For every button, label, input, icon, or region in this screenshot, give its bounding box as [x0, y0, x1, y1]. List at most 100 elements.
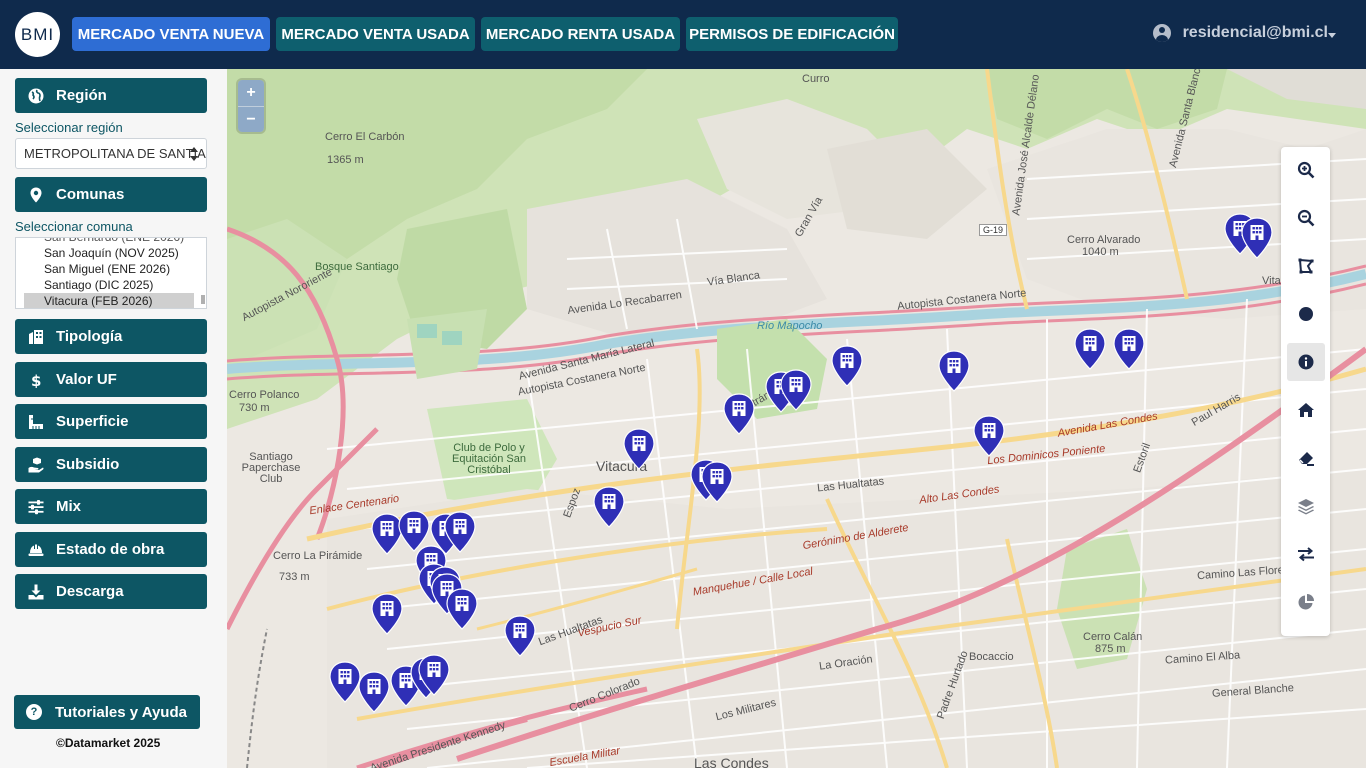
sliders-icon	[27, 498, 45, 516]
tool-circle[interactable]	[1287, 295, 1325, 333]
building-marker-icon[interactable]	[723, 393, 755, 435]
bmi-logo[interactable]: BMI	[15, 12, 60, 57]
tutoriales-ayuda-button[interactable]: ? Tutoriales y Ayuda	[14, 695, 200, 729]
building-marker-icon[interactable]	[504, 615, 536, 657]
tipologia-button[interactable]: Tipología	[15, 319, 207, 354]
region-button-label: Región	[56, 87, 107, 104]
region-label: Seleccionar región	[15, 120, 123, 135]
sidebar: Región Seleccionar región METROPOLITANA …	[0, 69, 227, 768]
building-marker-icon[interactable]	[371, 593, 403, 635]
comuna-option-selected[interactable]: Vitacura (FEB 2026)	[24, 293, 194, 308]
map-tiles	[227, 69, 1366, 768]
region-select-value: METROPOLITANA DE SANTIAGO	[24, 146, 207, 161]
estado-obra-button[interactable]: Estado de obra	[15, 532, 207, 567]
comuna-option[interactable]: San Miguel (ENE 2026)	[16, 261, 206, 277]
polygon-icon	[1298, 258, 1314, 274]
hard-hat-icon	[27, 541, 45, 559]
building-marker-icon[interactable]	[444, 511, 476, 553]
comunas-button[interactable]: Comunas	[15, 177, 207, 212]
eraser-icon	[1299, 452, 1314, 466]
caret-down-icon[interactable]	[1328, 33, 1336, 38]
building-marker-icon[interactable]	[701, 461, 733, 503]
building-marker-icon[interactable]	[329, 661, 361, 703]
zoom-out-icon	[1297, 209, 1315, 227]
valor-uf-button-label: Valor UF	[56, 371, 117, 388]
layers-icon	[1298, 499, 1314, 515]
circle-icon	[1299, 307, 1313, 321]
map-zoom-control: + −	[238, 80, 264, 132]
tool-layers[interactable]	[1287, 487, 1325, 525]
comuna-option[interactable]: San Bernardo (ENE 2026)	[16, 238, 206, 245]
building-marker-icon[interactable]	[358, 671, 390, 713]
valor-uf-button[interactable]: $ Valor UF	[15, 362, 207, 397]
estado-obra-button-label: Estado de obra	[56, 541, 165, 558]
mix-button-label: Mix	[56, 498, 82, 515]
logo-text: BMI	[20, 24, 55, 44]
building-marker-icon[interactable]	[938, 350, 970, 392]
region-select[interactable]: METROPOLITANA DE SANTIAGO	[15, 138, 207, 169]
descarga-button-label: Descarga	[56, 583, 124, 600]
building-marker-icon[interactable]	[1241, 217, 1273, 259]
mix-button[interactable]: Mix	[15, 489, 207, 524]
globe-icon	[27, 87, 45, 105]
tool-eraser[interactable]	[1287, 439, 1325, 477]
tool-swap[interactable]	[1287, 535, 1325, 573]
map-zoom-in-button[interactable]: +	[238, 80, 264, 106]
tool-pie-chart[interactable]	[1287, 583, 1325, 621]
map-pin-icon	[27, 186, 45, 204]
tab-mercado-venta-usada[interactable]: MERCADO VENTA USADA	[276, 17, 475, 51]
svg-text:$: $	[31, 372, 41, 388]
comuna-listbox[interactable]: San Bernardo (ENE 2026) San Joaquín (NOV…	[15, 237, 207, 309]
top-navbar: BMI MERCADO VENTA NUEVA MERCADO VENTA US…	[0, 0, 1366, 69]
listbox-scrollbar[interactable]	[201, 295, 205, 304]
comuna-option[interactable]: Santiago (DIC 2025)	[16, 277, 206, 293]
user-menu[interactable]: residencial@bmi.cl	[1152, 24, 1328, 42]
building-marker-icon[interactable]	[593, 486, 625, 528]
comuna-label: Seleccionar comuna	[15, 219, 133, 234]
tool-zoom-in[interactable]	[1287, 151, 1325, 189]
tab-permisos-edificacion[interactable]: PERMISOS DE EDIFICACIÓN	[686, 17, 898, 51]
pie-chart-icon	[1298, 594, 1314, 610]
superficie-button-label: Superficie	[56, 413, 129, 430]
tool-home[interactable]	[1287, 391, 1325, 429]
comuna-option[interactable]: San Joaquín (NOV 2025)	[16, 245, 206, 261]
tool-zoom-out[interactable]	[1287, 199, 1325, 237]
descarga-button[interactable]: Descarga	[15, 574, 207, 609]
map-toolbar	[1281, 147, 1330, 636]
building-marker-icon[interactable]	[418, 654, 450, 696]
info-icon	[1298, 354, 1314, 370]
ruler-icon	[27, 413, 45, 431]
comunas-button-label: Comunas	[56, 186, 125, 203]
tutoriales-ayuda-label: Tutoriales y Ayuda	[55, 703, 187, 721]
tab-mercado-renta-usada[interactable]: MERCADO RENTA USADA	[481, 17, 680, 51]
building-icon	[27, 328, 45, 346]
building-marker-icon[interactable]	[973, 415, 1005, 457]
tipologia-button-label: Tipología	[56, 328, 123, 345]
building-marker-icon[interactable]	[831, 345, 863, 387]
home-icon	[1298, 403, 1314, 417]
hand-holding-icon	[27, 456, 45, 474]
subsidio-button-label: Subsidio	[56, 456, 120, 473]
subsidio-button[interactable]: Subsidio	[15, 447, 207, 482]
zoom-in-icon	[1297, 161, 1315, 179]
region-button[interactable]: Región	[15, 78, 207, 113]
select-arrows-icon	[190, 147, 198, 161]
user-circle-icon	[1152, 24, 1171, 42]
user-email: residencial@bmi.cl	[1182, 24, 1328, 41]
tool-info[interactable]	[1287, 343, 1325, 381]
building-marker-icon[interactable]	[1074, 328, 1106, 370]
tool-polygon[interactable]	[1287, 247, 1325, 285]
download-icon	[27, 583, 45, 601]
map-zoom-out-button[interactable]: −	[238, 106, 264, 132]
swap-icon	[1298, 547, 1314, 562]
map-area[interactable]: Cerro El Carbón 1365 m Bosque Santiago C…	[227, 69, 1366, 768]
tab-mercado-venta-nueva[interactable]: MERCADO VENTA NUEVA	[72, 17, 270, 51]
building-marker-icon[interactable]	[446, 588, 478, 630]
copyright: ©Datamarket 2025	[56, 736, 161, 750]
building-marker-icon[interactable]	[623, 428, 655, 470]
superficie-button[interactable]: Superficie	[15, 404, 207, 439]
building-marker-icon[interactable]	[780, 369, 812, 411]
dollar-icon: $	[27, 371, 45, 389]
building-marker-icon[interactable]	[1113, 328, 1145, 370]
question-circle-icon: ?	[26, 704, 42, 720]
